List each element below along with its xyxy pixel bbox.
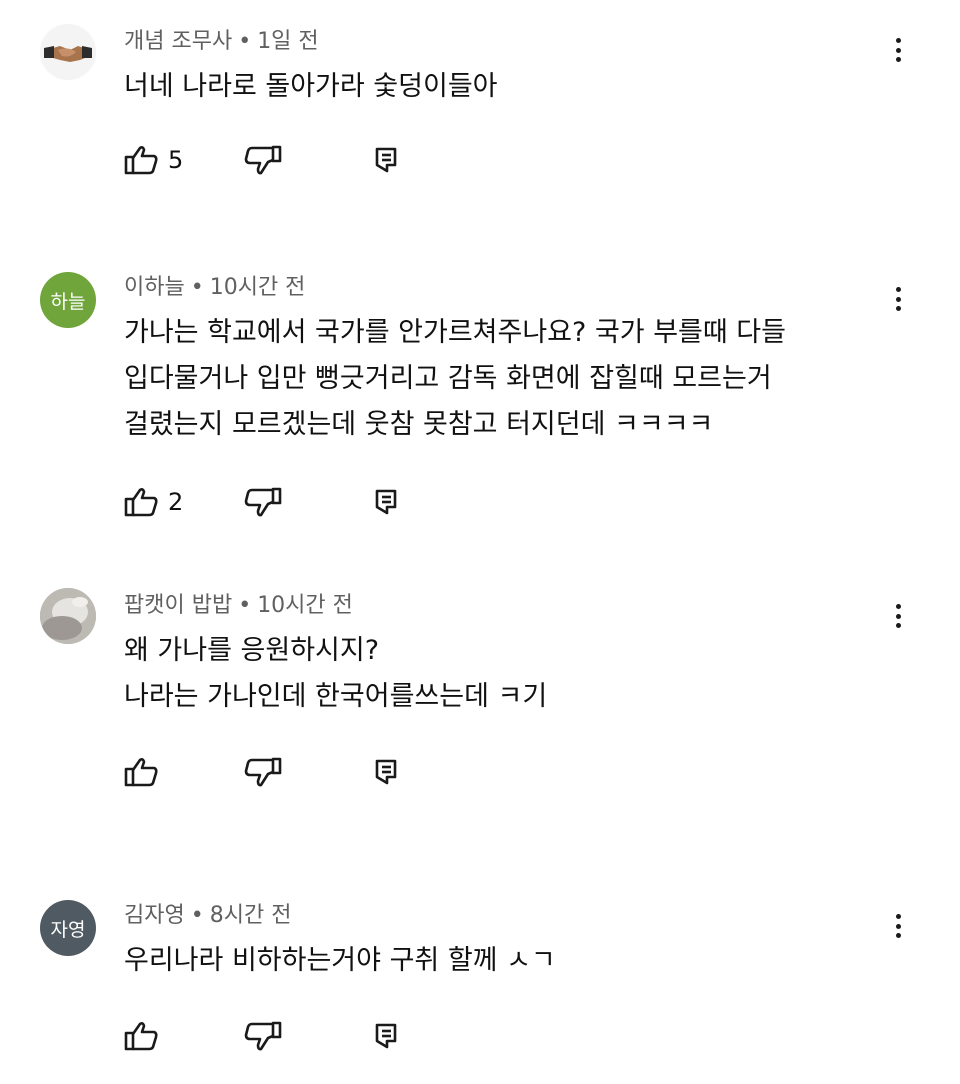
comment-actions xyxy=(124,756,424,788)
comment-meta: 이하늘 • 10시간 전 xyxy=(124,274,305,302)
comment-actions: 2 xyxy=(124,486,424,518)
more-vertical-icon[interactable] xyxy=(888,34,908,66)
thumbs-up-icon xyxy=(124,1022,158,1051)
meta-separator: • xyxy=(238,29,252,54)
avatar[interactable]: 하늘 xyxy=(40,272,96,328)
comment-time: 10시간 전 xyxy=(257,593,353,618)
comment-text: 왜 가나를 응원하시지? 나라는 가나인데 한국어를쓰는데 ㅋ기 xyxy=(124,635,548,712)
thumbs-down-icon xyxy=(244,487,282,517)
more-vertical-icon[interactable] xyxy=(888,600,908,632)
thumbs-down-icon xyxy=(244,1021,282,1051)
like-button[interactable] xyxy=(124,756,168,788)
reply-icon xyxy=(375,1023,397,1049)
comment-actions xyxy=(124,1020,424,1052)
meta-separator: • xyxy=(190,275,204,300)
comment-meta: 김자영 • 8시간 전 xyxy=(124,902,291,930)
thumbs-down-icon xyxy=(244,757,282,787)
thumbs-down-icon xyxy=(244,145,282,175)
like-count: 5 xyxy=(168,146,184,174)
comment-meta: 팝캣이 밥밥 • 10시간 전 xyxy=(124,592,353,620)
reply-button[interactable] xyxy=(374,756,398,788)
thumbs-up-icon xyxy=(124,758,158,787)
thumbs-up-icon xyxy=(124,146,158,175)
avatar[interactable] xyxy=(40,588,96,644)
dislike-button[interactable] xyxy=(244,1020,282,1052)
comment-author[interactable]: 개념 조무사 xyxy=(124,29,232,54)
avatar-initials: 하늘 xyxy=(50,290,86,313)
comment-time: 1일 전 xyxy=(257,29,319,54)
comment-text: 우리나라 비하하는거야 구취 할께 ㅅㄱ xyxy=(124,945,556,976)
reply-icon xyxy=(375,759,397,785)
comment-meta: 개념 조무사 • 1일 전 xyxy=(124,28,319,56)
more-vertical-icon[interactable] xyxy=(888,283,908,315)
comment-text: 너네 나라로 돌아가라 숯덩이들아 xyxy=(124,71,498,102)
reply-button[interactable] xyxy=(374,1020,398,1052)
comment-time: 8시간 전 xyxy=(209,903,292,928)
reply-button[interactable] xyxy=(374,144,398,176)
dislike-button[interactable] xyxy=(244,144,282,176)
comment-time: 10시간 전 xyxy=(209,275,306,300)
handshake-icon xyxy=(40,24,96,80)
meta-separator: • xyxy=(190,903,204,928)
reply-icon xyxy=(375,489,397,515)
like-button[interactable]: 2 xyxy=(124,486,183,518)
reply-icon xyxy=(375,147,397,173)
like-count: 2 xyxy=(168,488,184,516)
like-button[interactable] xyxy=(124,1020,168,1052)
dislike-button[interactable] xyxy=(244,756,282,788)
avatar[interactable] xyxy=(40,24,96,80)
comment-author[interactable]: 팝캣이 밥밥 xyxy=(124,593,232,618)
meta-separator: • xyxy=(238,593,252,618)
more-vertical-icon[interactable] xyxy=(888,910,908,942)
comment-actions: 5 xyxy=(124,144,424,176)
avatar[interactable]: 자영 xyxy=(40,900,96,956)
reply-button[interactable] xyxy=(374,486,398,518)
dislike-button[interactable] xyxy=(244,486,282,518)
thumbs-up-icon xyxy=(124,488,158,517)
cat-photo-icon xyxy=(40,588,96,644)
comment-author[interactable]: 김자영 xyxy=(124,903,185,928)
comment-text: 가나는 학교에서 국가를 안가르쳐주나요? 국가 부를때 다들 입다물거나 입만… xyxy=(124,317,786,440)
avatar-initials: 자영 xyxy=(50,918,86,941)
comment-author[interactable]: 이하늘 xyxy=(124,275,185,300)
like-button[interactable]: 5 xyxy=(124,144,183,176)
